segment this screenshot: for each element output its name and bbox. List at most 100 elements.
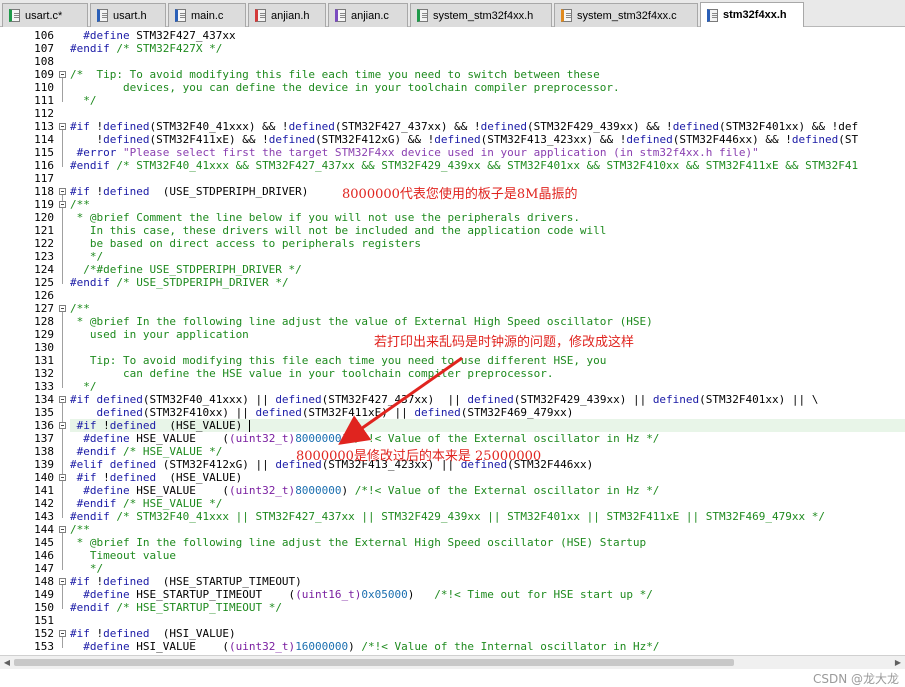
code-line[interactable]: #if !defined (HSI_VALUE) [70, 627, 236, 640]
csdn-watermark: CSDN @龙大龙 [812, 672, 899, 686]
h-file-icon [255, 9, 266, 22]
code-line[interactable]: Timeout value [70, 549, 176, 562]
code-line[interactable]: */ [70, 250, 103, 263]
code-line[interactable]: #endif /* STM32F40_41xxx || STM32F427_43… [70, 510, 825, 523]
code-line[interactable]: #error "Please select first the target S… [70, 146, 759, 159]
code-line[interactable]: can define the HSE value in your toolcha… [70, 367, 553, 380]
code-line[interactable]: #define HSE_VALUE ((uint32_t)8000000) /*… [70, 432, 659, 445]
code-line-text: /* Tip: To avoid modifying this file eac… [70, 68, 600, 81]
code-line[interactable]: !defined(STM32F411xE) && !defined(STM32F… [70, 133, 858, 146]
fold-toggle-icon[interactable] [59, 474, 66, 481]
tab-anjian-c[interactable]: anjian.c [328, 3, 408, 27]
code-line[interactable]: * @brief In the following line adjust th… [70, 315, 653, 328]
line-number: 125 [34, 276, 54, 289]
code-line[interactable]: #define STM32F427_437xx [70, 29, 235, 42]
code-line[interactable]: be based on direct access to peripherals… [70, 237, 421, 250]
annotation-board-crystal: 8000000代表您使用的板子是8M晶振的 [342, 187, 578, 202]
code-line[interactable]: #if !defined (HSE_STARTUP_TIMEOUT) [70, 575, 302, 588]
fold-toggle-icon[interactable] [59, 123, 66, 130]
code-line[interactable]: devices, you can define the device in yo… [70, 81, 620, 94]
fold-toggle-icon[interactable] [59, 201, 66, 208]
fold-guide [62, 533, 63, 570]
line-number: 149 [34, 588, 54, 601]
scroll-left-icon[interactable]: ◀ [2, 658, 12, 667]
code-line[interactable]: #if defined(STM32F40_41xxx) || defined(S… [70, 393, 818, 406]
h-file-icon [97, 9, 108, 22]
code-line[interactable]: used in your application [70, 328, 249, 341]
fold-toggle-icon[interactable] [59, 422, 66, 429]
code-line[interactable]: * @brief In the following line adjust th… [70, 536, 647, 549]
code-line-text: In this case, these drivers will not be … [70, 224, 607, 237]
text-cursor [248, 420, 250, 432]
code-line[interactable]: defined(STM32F410xx) || defined(STM32F41… [70, 406, 574, 419]
code-line[interactable]: #endif /* USE_STDPERIPH_DRIVER */ [70, 276, 289, 289]
code-line[interactable]: #endif /* HSE_VALUE */ [70, 497, 223, 510]
tab-main-c[interactable]: main.c [168, 3, 246, 27]
code-line[interactable]: #define HSE_STARTUP_TIMEOUT ((uint16_t)0… [70, 588, 653, 601]
line-number: 120 [34, 211, 54, 224]
code-line-text: devices, you can define the device in yo… [70, 81, 620, 94]
code-line[interactable]: #if !defined (USE_STDPERIPH_DRIVER) [70, 185, 308, 198]
code-line[interactable]: */ [70, 380, 96, 393]
tab-label: stm32f4xx.h [723, 9, 787, 21]
fold-toggle-icon[interactable] [59, 71, 66, 78]
code-line[interactable]: #if !defined(STM32F40_41xxx) && !defined… [70, 120, 858, 133]
line-number: 136 [34, 419, 54, 432]
code-line-text: /** [70, 523, 90, 536]
code-line-text: /** [70, 302, 90, 315]
fold-guide [62, 637, 63, 648]
line-number: 112 [34, 107, 54, 120]
code-line[interactable]: #define HSI_VALUE ((uint32_t)16000000) /… [70, 640, 659, 653]
fold-toggle-icon[interactable] [59, 396, 66, 403]
fold-toggle-icon[interactable] [59, 630, 66, 637]
code-line[interactable]: #endif /* HSE_VALUE */ [70, 445, 223, 458]
code-line[interactable]: Tip: To avoid modifying this file each t… [70, 354, 607, 367]
tab-usart-h[interactable]: usart.h [90, 3, 166, 27]
line-number: 141 [34, 484, 54, 497]
code-line[interactable]: /** [70, 302, 90, 315]
scroll-right-icon[interactable]: ▶ [893, 658, 903, 667]
line-number: 148 [34, 575, 54, 588]
code-line[interactable]: #endif /* HSE_STARTUP_TIMEOUT */ [70, 601, 282, 614]
scrollbar-thumb[interactable] [14, 659, 734, 666]
line-number: 114 [34, 133, 54, 146]
tab-usart-c[interactable]: usart.c* [2, 3, 88, 27]
fold-toggle-icon[interactable] [59, 578, 66, 585]
tab-system-stm32f4xx-c[interactable]: system_stm32f4xx.c [554, 3, 698, 27]
line-number: 124 [34, 263, 54, 276]
code-line-text: can define the HSE value in your toolcha… [70, 367, 554, 380]
c-file-icon [175, 9, 186, 22]
line-number: 147 [34, 562, 54, 575]
c-file-icon [9, 9, 20, 22]
line-number: 109 [34, 68, 54, 81]
code-line[interactable]: #if !defined (HSE_VALUE) [70, 419, 905, 432]
horizontal-scrollbar[interactable]: ◀ ▶ [0, 655, 905, 669]
code-line[interactable]: /*#define USE_STDPERIPH_DRIVER */ [70, 263, 302, 276]
code-line[interactable]: /* Tip: To avoid modifying this file eac… [70, 68, 600, 81]
code-line-text: */ [70, 94, 97, 107]
code-line[interactable]: #endif /* STM32F40_41xxx && STM32F427_43… [70, 159, 858, 172]
code-line[interactable]: /** [70, 523, 90, 536]
fold-guide [62, 429, 63, 453]
line-number: 111 [34, 94, 54, 107]
tab-system-stm32f4xx-h[interactable]: system_stm32f4xx.h [410, 3, 552, 27]
code-line[interactable]: #define HSE_VALUE ((uint32_t)8000000) /*… [70, 484, 659, 497]
code-line[interactable]: #endif /* STM32F427X */ [70, 42, 222, 55]
code-line[interactable]: /** [70, 198, 90, 211]
code-line[interactable]: */ [70, 94, 97, 107]
code-line[interactable]: * @brief Comment the line below if you w… [70, 211, 580, 224]
code-line[interactable]: In this case, these drivers will not be … [70, 224, 607, 237]
line-number: 118 [34, 185, 54, 198]
line-number: 117 [34, 172, 54, 185]
fold-toggle-icon[interactable] [59, 188, 66, 195]
tab-anjian-h[interactable]: anjian.h [248, 3, 326, 27]
tab-label: system_stm32f4xx.h [433, 9, 534, 22]
line-number: 116 [34, 159, 54, 172]
code-line-text: * @brief In the following line adjust th… [70, 536, 647, 549]
line-number: 151 [34, 614, 54, 627]
fold-toggle-icon[interactable] [59, 526, 66, 533]
fold-toggle-icon[interactable] [59, 305, 66, 312]
code-line[interactable]: */ [70, 562, 103, 575]
tab-stm32f4xx-h[interactable]: stm32f4xx.h [700, 2, 804, 27]
code-line[interactable]: #if !defined (HSE_VALUE) [70, 471, 243, 484]
